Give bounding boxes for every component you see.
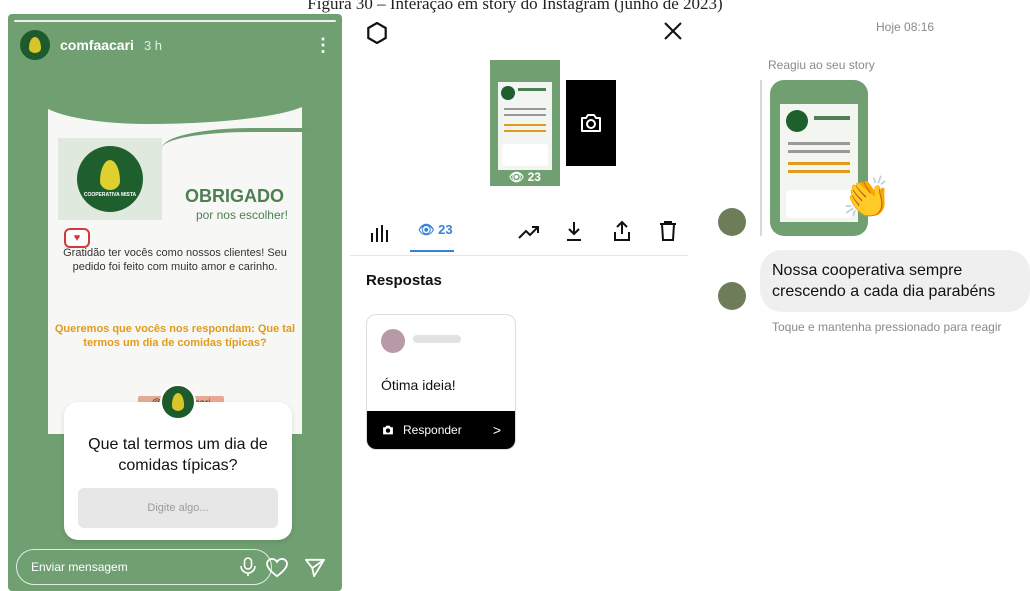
clapping-hands-icon: 👏: [842, 176, 892, 220]
reply-label: Responder: [403, 423, 462, 437]
settings-icon[interactable]: [366, 22, 388, 44]
response-card[interactable]: Ótima ideia! Responder >: [366, 314, 516, 450]
figure-caption: Figura 30 – Interação em story do Instag…: [307, 0, 723, 13]
insights-bar-chart-icon[interactable]: [370, 224, 390, 242]
message-bubble[interactable]: Nossa cooperativa sempre crescendo a cad…: [760, 250, 1030, 312]
delete-icon[interactable]: [658, 220, 678, 242]
add-story-tile[interactable]: [566, 80, 616, 166]
like-heart-icon[interactable]: [266, 558, 288, 578]
promote-trend-icon[interactable]: [518, 222, 540, 242]
reply-thread-line: [760, 80, 762, 236]
eye-icon: 👁: [509, 170, 528, 184]
question-answer-input[interactable]: Digite algo...: [78, 488, 278, 528]
reaction-hint: Toque e mantenha pressionado para reagir: [772, 320, 1002, 334]
figure: Figura 30 – Interação em story do Instag…: [0, 0, 1030, 591]
question-sticker[interactable]: Que tal termos um dia de comidas típicas…: [64, 384, 292, 540]
share-icon[interactable]: [612, 220, 632, 242]
reply-button[interactable]: Responder >: [367, 411, 515, 449]
chevron-right-icon: >: [492, 422, 501, 438]
question-avatar: [160, 384, 196, 420]
responder-avatar: [381, 329, 405, 353]
response-text: Ótima ideia!: [381, 377, 456, 393]
send-message-placeholder: Enviar mensagem: [31, 560, 128, 574]
viewers-tab[interactable]: 👁 23: [418, 222, 453, 238]
card-subtitle: por nos escolher!: [195, 208, 288, 222]
camera-icon: [383, 425, 393, 435]
heart-icon: ♥: [64, 228, 90, 248]
gratitude-text: Gratidão ter vocês como nossos clientes!…: [63, 247, 287, 273]
message-timestamp: Hoje 08:16: [876, 20, 935, 34]
sender-avatar[interactable]: [718, 208, 746, 236]
sender-avatar[interactable]: [718, 282, 746, 310]
camera-icon: [581, 114, 601, 132]
card-title: OBRIGADO: [185, 186, 284, 206]
close-icon[interactable]: [662, 20, 684, 42]
send-message-input[interactable]: Enviar mensagem: [16, 549, 272, 585]
thumbnail-view-count: 👁 23: [509, 170, 541, 184]
download-icon[interactable]: [564, 220, 584, 242]
story-thumbnail[interactable]: 👁 23: [490, 60, 560, 186]
profile-avatar[interactable]: [20, 30, 50, 60]
story-time: 3 h: [143, 37, 163, 53]
story-progress-bar: [14, 20, 336, 22]
more-options-icon[interactable]: ⋮: [314, 35, 332, 56]
direct-message-panel: Hoje 08:16 Reagiu ao seu story 👏 Nossa c…: [700, 14, 1030, 591]
viewers-tab-indicator: [410, 250, 454, 252]
story-reaction-label: Reagiu ao seu story: [768, 58, 875, 72]
story-header: comfaacari 3 h ⋮: [20, 28, 332, 62]
story-panel: comfaacari 3 h ⋮ COOPERATIVA MISTA OBRIG…: [8, 14, 342, 591]
story-username[interactable]: comfaacari: [60, 37, 134, 53]
wave-line-decoration: [162, 128, 312, 148]
question-text: Que tal termos um dia de comidas típicas…: [88, 436, 268, 474]
story-insights-panel: 👁 23 👁 23 Respostas Ótima ideia! Respond…: [350, 14, 688, 591]
logo-text: COOPERATIVA MISTA: [83, 192, 137, 198]
eye-icon: 👁: [418, 222, 439, 237]
responder-username-blurred: [413, 335, 461, 343]
send-icon[interactable]: [304, 558, 326, 578]
wave-decoration: [38, 98, 312, 124]
microphone-icon[interactable]: [239, 557, 257, 577]
cooperative-logo: COOPERATIVA MISTA: [58, 138, 162, 220]
question-intro-text: Queremos que vocês nos respondam: Que ta…: [54, 323, 296, 349]
responses-heading: Respostas: [366, 272, 442, 289]
insights-toolbar: 👁 23: [350, 210, 688, 256]
